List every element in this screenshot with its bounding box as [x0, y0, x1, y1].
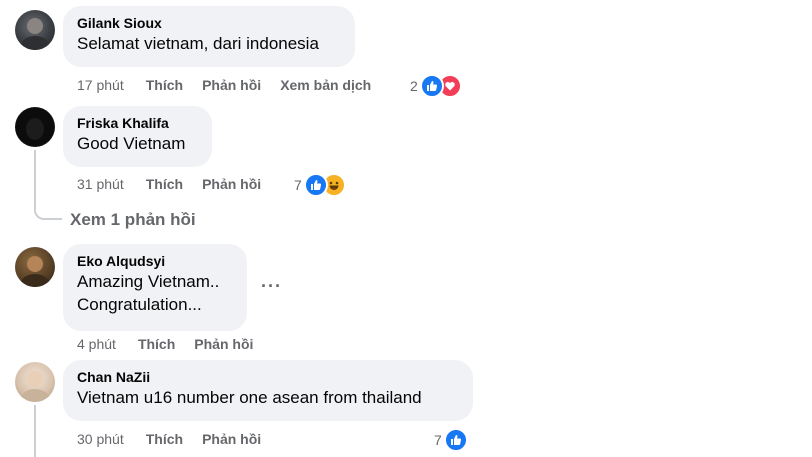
avatar[interactable]: [15, 247, 55, 287]
reply-button[interactable]: Phản hồi: [202, 430, 261, 448]
comment-author[interactable]: Friska Khalifa: [77, 114, 198, 132]
thread-line: [34, 150, 62, 220]
comment-actions: 30 phút Thích Phản hồi: [77, 430, 280, 448]
comment-text: Selamat vietnam, dari indonesia: [77, 34, 319, 53]
comment-text: Vietnam u16 number one asean from thaila…: [77, 388, 422, 407]
reply-button[interactable]: Phản hồi: [194, 335, 253, 353]
comment-time[interactable]: 4 phút: [77, 335, 116, 353]
comment-bubble: Friska Khalifa Good Vietnam: [63, 106, 212, 167]
like-icon: [419, 74, 444, 98]
comment-author[interactable]: Eko Alqudsyi: [77, 252, 233, 270]
like-icon: [303, 173, 328, 197]
reaction-summary[interactable]: 2: [410, 74, 462, 98]
reaction-count: 7: [434, 432, 442, 448]
comment-time[interactable]: 30 phút: [77, 430, 124, 448]
thread-line: [34, 405, 36, 457]
comment-bubble: Eko Alqudsyi Amazing Vietnam.. Congratul…: [63, 244, 247, 331]
reaction-summary[interactable]: 7: [434, 428, 468, 452]
comment-text: Congratulation...: [77, 295, 202, 314]
reply-button[interactable]: Phản hồi: [202, 76, 261, 94]
like-button[interactable]: Thích: [146, 430, 183, 448]
more-options-button[interactable]: ···: [261, 276, 282, 297]
comment-actions: 31 phút Thích Phản hồi: [77, 175, 280, 193]
avatar[interactable]: [15, 362, 55, 402]
comment-author[interactable]: Chan NaZii: [77, 368, 459, 386]
reaction-count: 2: [410, 78, 418, 94]
comment-actions: 17 phút Thích Phản hồi Xem bản dịch: [77, 76, 390, 94]
like-button[interactable]: Thích: [138, 335, 175, 353]
comment-author[interactable]: Gilank Sioux: [77, 14, 341, 32]
like-button[interactable]: Thích: [146, 175, 183, 193]
comment-bubble: Chan NaZii Vietnam u16 number one asean …: [63, 360, 473, 421]
comment-time[interactable]: 17 phút: [77, 76, 124, 94]
like-icon: [443, 428, 468, 452]
comment-time[interactable]: 31 phút: [77, 175, 124, 193]
comment-actions: 4 phút Thích Phản hồi: [77, 335, 272, 353]
reaction-count: 7: [294, 177, 302, 193]
view-replies-link[interactable]: Xem 1 phản hồi: [70, 210, 196, 230]
translate-button[interactable]: Xem bản dịch: [280, 76, 371, 94]
like-button[interactable]: Thích: [146, 76, 183, 94]
reaction-summary[interactable]: 7: [294, 173, 346, 197]
comment-bubble: Gilank Sioux Selamat vietnam, dari indon…: [63, 6, 355, 67]
avatar[interactable]: [15, 10, 55, 50]
comment-text: Amazing Vietnam..: [77, 272, 220, 291]
reply-button[interactable]: Phản hồi: [202, 175, 261, 193]
avatar[interactable]: [15, 107, 55, 147]
comment-text: Good Vietnam: [77, 134, 186, 153]
